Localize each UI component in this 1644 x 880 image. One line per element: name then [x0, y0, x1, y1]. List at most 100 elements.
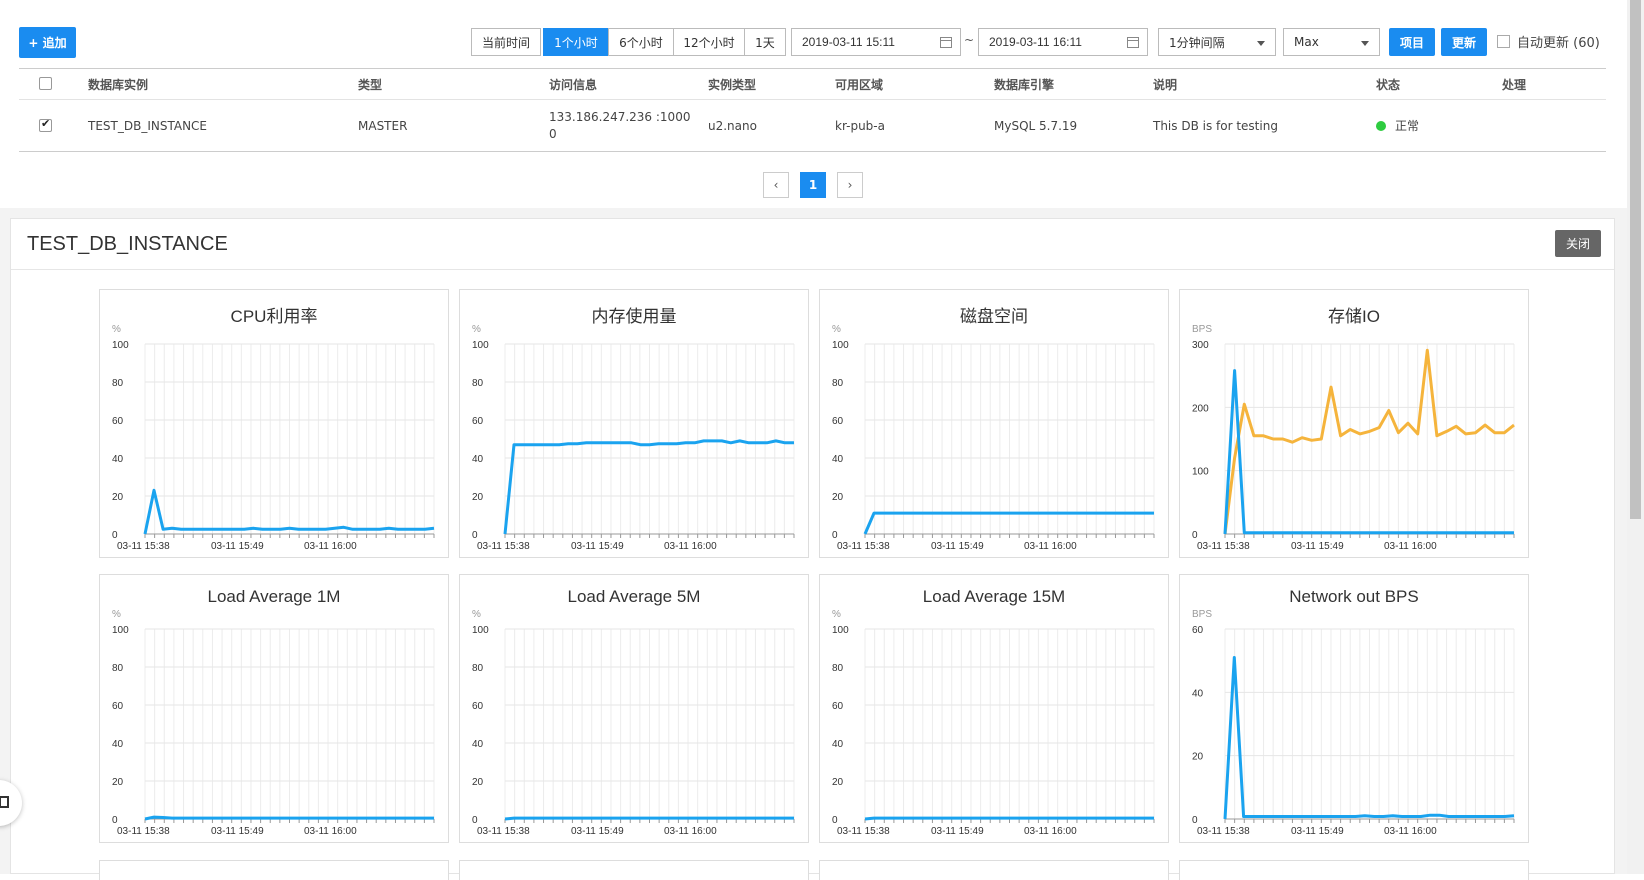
- row-checkbox[interactable]: [39, 117, 52, 132]
- col-instance-type[interactable]: 实例类型: [708, 69, 756, 99]
- end-date-value: 2019-03-11 16:11: [989, 35, 1082, 49]
- prev-page-button[interactable]: ‹: [763, 172, 789, 198]
- col-zone[interactable]: 可用区域: [835, 69, 883, 99]
- chevron-down-icon: [1361, 41, 1369, 46]
- y-tick-label: 60: [112, 701, 124, 712]
- col-engine[interactable]: 数据库引擎: [994, 69, 1054, 99]
- col-access[interactable]: 访问信息: [549, 69, 597, 99]
- y-tick-label: 0: [1192, 530, 1198, 541]
- y-unit-label: BPS: [1192, 324, 1212, 335]
- x-tick-label: 03-11 15:49: [571, 826, 624, 837]
- x-tick-label: 03-11 15:38: [1197, 826, 1250, 837]
- y-tick-label: 100: [832, 625, 849, 636]
- refresh-button[interactable]: 更新: [1441, 28, 1487, 56]
- start-date-input[interactable]: 2019-03-11 15:11: [791, 28, 961, 56]
- y-tick-label: 20: [472, 492, 484, 503]
- chevron-down-icon: [1257, 41, 1265, 46]
- y-unit-label: %: [832, 609, 841, 620]
- y-tick-label: 40: [832, 454, 844, 465]
- y-tick-label: 200: [1192, 403, 1209, 414]
- y-tick-label: 20: [112, 492, 124, 503]
- auto-refresh-label: 自动更新 (60): [1517, 36, 1600, 51]
- aggregate-select[interactable]: Max: [1283, 28, 1380, 56]
- x-tick-label: 03-11 15:49: [931, 541, 984, 552]
- cell-zone: kr-pub-a: [835, 118, 885, 133]
- calendar-icon[interactable]: [940, 37, 952, 48]
- y-tick-label: 100: [472, 625, 489, 636]
- range-12h-button[interactable]: 12个小时: [673, 28, 745, 56]
- instance-table: 数据库实例 类型 访问信息 实例类型 可用区域 数据库引擎 说明 状态 处理 T…: [19, 68, 1606, 152]
- range-now-button[interactable]: 当前时间: [471, 28, 541, 56]
- y-unit-label: %: [832, 324, 841, 335]
- col-description[interactable]: 说明: [1153, 69, 1177, 99]
- col-instance[interactable]: 数据库实例: [88, 69, 148, 99]
- cell-instance: TEST_DB_INSTANCE: [88, 118, 208, 133]
- x-tick-label: 03-11 15:49: [931, 826, 984, 837]
- status-dot-icon: [1376, 120, 1386, 131]
- cell-instance-type: u2.nano: [708, 118, 757, 133]
- range-1h-button[interactable]: 1个小时: [543, 28, 609, 56]
- line-chart: 0 100 200 300 BPS 03-11 15:38 03-11 15:49 03-11…: [1192, 324, 1515, 552]
- y-tick-label: 0: [832, 530, 838, 541]
- col-type[interactable]: 类型: [358, 69, 382, 99]
- x-tick-label: 03-11 15:38: [117, 541, 170, 552]
- y-tick-label: 100: [112, 625, 129, 636]
- x-tick-label: 03-11 15:38: [477, 826, 530, 837]
- auto-refresh-toggle[interactable]: 自动更新 (60): [1497, 32, 1600, 51]
- next-page-button[interactable]: ›: [837, 172, 863, 198]
- y-tick-label: 20: [472, 777, 484, 788]
- y-unit-label: BPS: [1192, 609, 1212, 620]
- cell-status: 正常: [1376, 100, 1419, 151]
- line-chart: 0 20 40 60 80 100% 03-11 15:38 03-11 15:49 03-11…: [472, 609, 795, 837]
- y-tick-label: 0: [112, 815, 118, 826]
- calendar-icon[interactable]: [1127, 37, 1139, 48]
- interval-value: 1分钟间隔: [1169, 35, 1225, 50]
- y-tick-label: 80: [112, 663, 124, 674]
- items-button[interactable]: 项目: [1389, 28, 1435, 56]
- select-all-checkbox[interactable]: [39, 77, 52, 90]
- x-tick-label: 03-11 16:00: [304, 541, 357, 552]
- auto-refresh-checkbox[interactable]: [1497, 35, 1510, 48]
- end-date-input[interactable]: 2019-03-11 16:11: [978, 28, 1148, 56]
- col-status[interactable]: 状态: [1376, 69, 1400, 99]
- y-unit-label: %: [112, 609, 121, 620]
- y-tick-label: 60: [832, 701, 844, 712]
- chart-card: [1179, 860, 1529, 880]
- range-6h-button[interactable]: 6个小时: [608, 28, 674, 56]
- y-unit-label: %: [472, 609, 481, 620]
- x-tick-label: 03-11 15:38: [837, 826, 890, 837]
- x-tick-label: 03-11 15:49: [211, 826, 264, 837]
- detail-title: TEST_DB_INSTANCE: [27, 233, 228, 255]
- y-tick-label: 100: [472, 340, 489, 351]
- status-text: 正常: [1395, 119, 1420, 133]
- chart-card: Load Average 1M 0 20 40 60 80 100% 03-11 15:38 0…: [99, 574, 449, 843]
- chart-card: 存储IO 0 100 200 300 BPS 03-11 15:38 03-11 15:49 0…: [1179, 289, 1529, 558]
- series-line: [864, 816, 1154, 821]
- access-line-1: 133.186.247.236 :1000: [549, 109, 691, 124]
- table-row[interactable]: TEST_DB_INSTANCE MASTER 133.186.247.236 …: [19, 100, 1606, 152]
- range-1d-button[interactable]: 1天: [744, 28, 786, 56]
- y-tick-label: 80: [472, 378, 484, 389]
- y-tick-label: 60: [1192, 625, 1204, 636]
- chat-icon: [0, 796, 9, 808]
- interval-select[interactable]: 1分钟间隔: [1158, 28, 1276, 56]
- chart-card: [819, 860, 1169, 880]
- y-tick-label: 0: [472, 530, 478, 541]
- table-header: 数据库实例 类型 访问信息 实例类型 可用区域 数据库引擎 说明 状态 处理: [19, 68, 1606, 100]
- line-chart: 0 20 40 60 80 100% 03-11 15:38 03-11 15:49 03-11…: [472, 324, 795, 552]
- x-tick-label: 03-11 16:00: [1024, 826, 1077, 837]
- y-tick-label: 40: [832, 739, 844, 750]
- scrollbar-thumb[interactable]: [1630, 0, 1641, 519]
- x-tick-label: 03-11 16:00: [1384, 541, 1437, 552]
- y-tick-label: 100: [112, 340, 129, 351]
- scrollbar[interactable]: [1627, 0, 1644, 874]
- page-1-button[interactable]: 1: [800, 172, 826, 198]
- series-line: [504, 816, 794, 821]
- x-tick-label: 03-11 15:38: [477, 541, 530, 552]
- add-button[interactable]: + 追加: [19, 27, 76, 58]
- line-chart: 0 20 40 60 80 100% 03-11 15:38 03-11 15:49 03-11…: [112, 324, 435, 552]
- cell-access: 133.186.247.236 :1000 0: [549, 100, 690, 151]
- y-tick-label: 20: [832, 777, 844, 788]
- y-tick-label: 40: [472, 739, 484, 750]
- close-button[interactable]: 关闭: [1555, 230, 1601, 257]
